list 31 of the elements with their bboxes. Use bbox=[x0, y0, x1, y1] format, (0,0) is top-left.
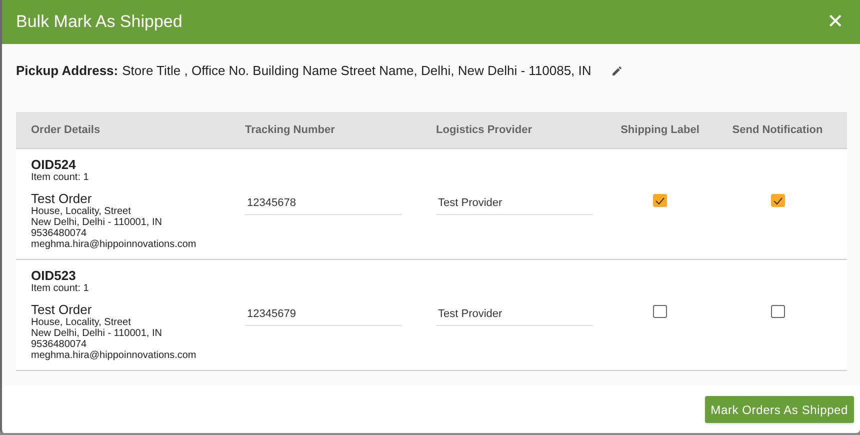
item-count: Item count: 1 bbox=[31, 283, 90, 295]
provider-field[interactable]: Test Provider bbox=[436, 303, 593, 326]
checkbox[interactable] bbox=[770, 305, 784, 318]
order-id: OID523 bbox=[31, 268, 77, 283]
column-header: Shipping Label bbox=[620, 122, 700, 138]
dialog-title: Bulk Mark As Shipped bbox=[16, 11, 182, 34]
address-line: 9536480074 bbox=[31, 228, 88, 239]
checkbox[interactable] bbox=[653, 194, 667, 207]
pickup-address: Store Title , Office No. Building Name Street Name, Delhi, New Delhi - 110085, IN bbox=[122, 62, 592, 80]
address-line: meghma.hira@hippoinnovations.com bbox=[31, 239, 198, 250]
item-count: Item count: 1 bbox=[31, 172, 90, 184]
column-header: Send Notification bbox=[732, 122, 823, 138]
address-line: New Delhi, Delhi - 110001, IN bbox=[31, 328, 163, 339]
tracking-number-field[interactable]: 12345678 bbox=[245, 192, 402, 215]
address-line: House, Locality, Street bbox=[31, 206, 132, 217]
address-line: New Delhi, Delhi - 110001, IN bbox=[31, 217, 163, 228]
address-line: House, Locality, Street bbox=[31, 317, 132, 328]
column-header: Tracking Number bbox=[244, 124, 335, 136]
checkbox[interactable] bbox=[653, 305, 667, 318]
customer-name: Test Order bbox=[31, 302, 93, 317]
tracking-number-field[interactable]: 12345679 bbox=[245, 303, 402, 326]
address-line: meghma.hira@hippoinnovations.com bbox=[31, 350, 198, 361]
order-id: OID524 bbox=[31, 157, 77, 172]
provider-field[interactable]: Test Provider bbox=[436, 192, 593, 215]
pickup-address-label: Pickup Address: bbox=[16, 62, 118, 80]
column-header: Order Details bbox=[30, 124, 100, 136]
customer-name: Test Order bbox=[31, 191, 93, 206]
column-header: Logistics Provider bbox=[435, 124, 532, 136]
address-line: 9536480074 bbox=[31, 339, 88, 350]
checkbox[interactable] bbox=[770, 194, 784, 207]
edit-icon[interactable] bbox=[611, 65, 624, 77]
